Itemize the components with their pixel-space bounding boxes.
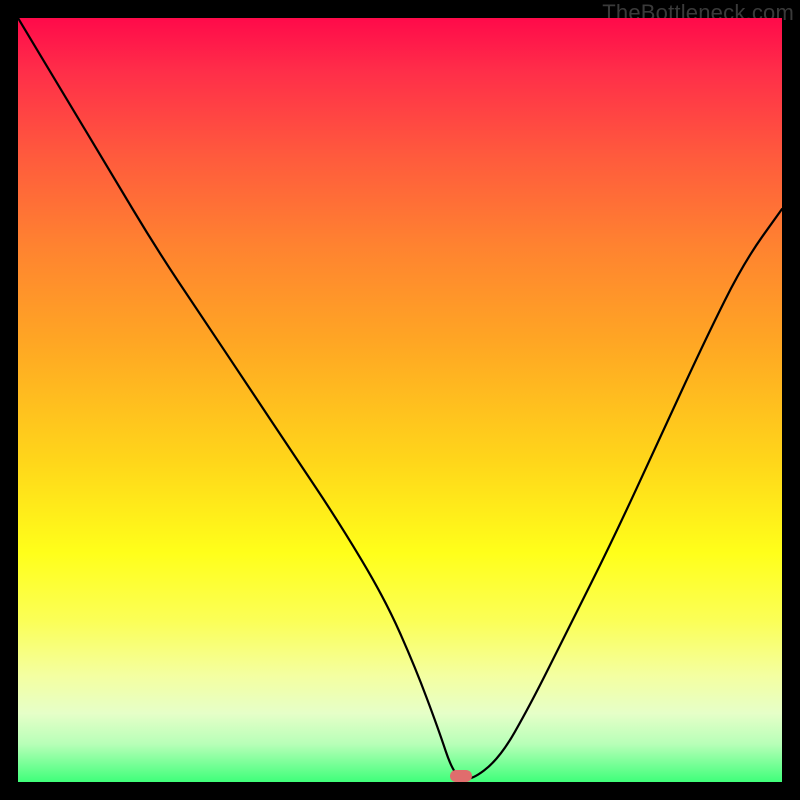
chart-frame: TheBottleneck.com [0,0,800,800]
plot-area [18,18,782,782]
bottleneck-curve [18,18,782,782]
curve-path [18,18,782,779]
minimum-marker [450,770,472,782]
